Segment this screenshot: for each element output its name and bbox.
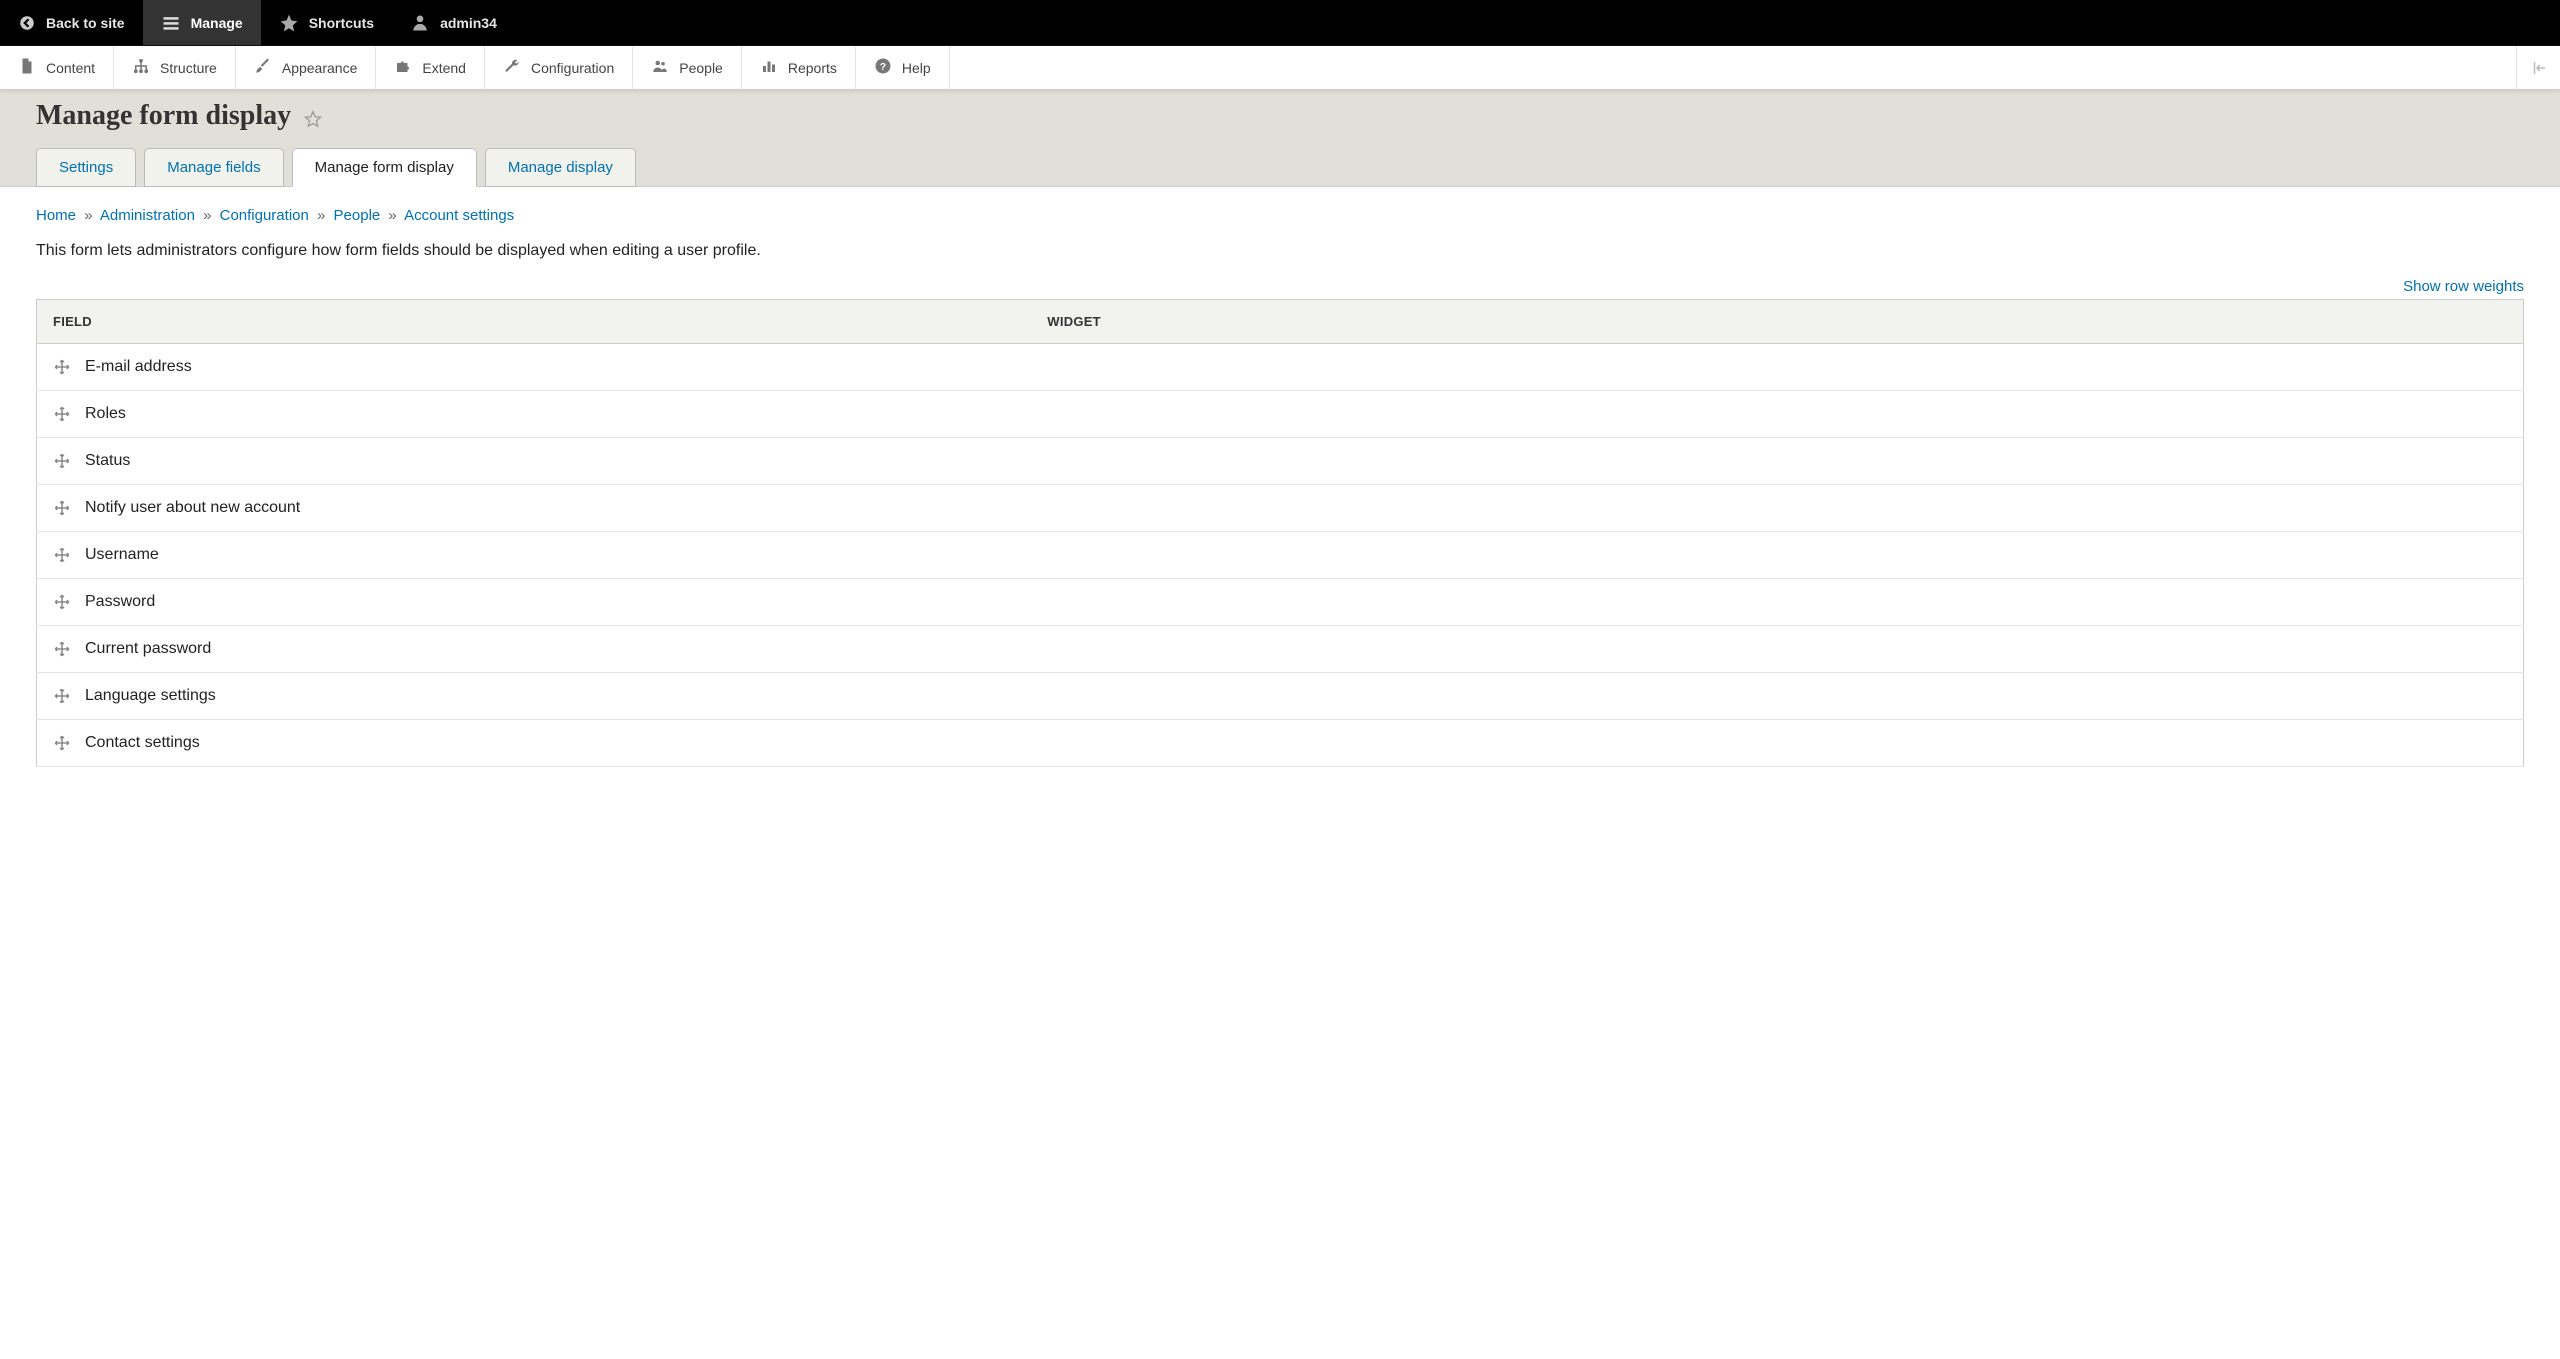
field-label: Roles bbox=[85, 405, 126, 423]
user-icon bbox=[410, 13, 430, 33]
tabs: Settings Manage fields Manage form displ… bbox=[36, 148, 2524, 187]
top-toolbar: Back to site Manage Shortcuts admin34 bbox=[0, 0, 2560, 46]
widget-cell bbox=[1031, 438, 2523, 485]
menu-structure[interactable]: Structure bbox=[114, 46, 236, 89]
drag-handle-icon[interactable] bbox=[53, 687, 71, 705]
star-icon bbox=[279, 13, 299, 33]
shortcuts-button[interactable]: Shortcuts bbox=[261, 0, 392, 45]
widget-cell bbox=[1031, 532, 2523, 579]
breadcrumb-home[interactable]: Home bbox=[36, 207, 76, 224]
bar-chart-icon bbox=[760, 57, 778, 78]
breadcrumb-configuration[interactable]: Configuration bbox=[220, 207, 309, 224]
menu-configuration[interactable]: Configuration bbox=[485, 46, 633, 89]
user-button[interactable]: admin34 bbox=[392, 0, 515, 45]
user-label: admin34 bbox=[440, 15, 497, 31]
menu-reports[interactable]: Reports bbox=[742, 46, 856, 89]
menu-extend[interactable]: Extend bbox=[376, 46, 485, 89]
drag-handle-icon[interactable] bbox=[53, 499, 71, 517]
drag-handle-icon[interactable] bbox=[53, 734, 71, 752]
field-label: Username bbox=[85, 546, 159, 564]
table-row[interactable]: Current password bbox=[37, 626, 2524, 673]
page-header: Manage form display Settings Manage fiel… bbox=[0, 90, 2560, 187]
breadcrumb-account-settings[interactable]: Account settings bbox=[404, 207, 514, 224]
menu-reports-label: Reports bbox=[788, 60, 837, 76]
breadcrumb: Home » Administration » Configuration » … bbox=[36, 207, 2524, 224]
table-row[interactable]: Username bbox=[37, 532, 2524, 579]
widget-cell bbox=[1031, 485, 2523, 532]
menu-structure-label: Structure bbox=[160, 60, 217, 76]
drag-handle-icon[interactable] bbox=[53, 546, 71, 564]
puzzle-icon bbox=[394, 57, 412, 78]
back-to-site-label: Back to site bbox=[46, 15, 125, 31]
page-description: This form lets administrators configure … bbox=[36, 242, 2524, 260]
page-title: Manage form display bbox=[36, 100, 291, 132]
menu-configuration-label: Configuration bbox=[531, 60, 614, 76]
people-icon bbox=[651, 57, 669, 78]
table-row[interactable]: Roles bbox=[37, 391, 2524, 438]
hamburger-icon bbox=[161, 13, 181, 33]
breadcrumb-administration[interactable]: Administration bbox=[100, 207, 195, 224]
widget-cell bbox=[1031, 344, 2523, 391]
table-row[interactable]: E-mail address bbox=[37, 344, 2524, 391]
drag-handle-icon[interactable] bbox=[53, 405, 71, 423]
col-widget: Widget bbox=[1031, 300, 2523, 344]
table-row[interactable]: Contact settings bbox=[37, 720, 2524, 767]
menu-help[interactable]: ? Help bbox=[856, 46, 950, 89]
shortcut-star-icon[interactable] bbox=[303, 109, 323, 132]
field-label: Language settings bbox=[85, 687, 216, 705]
field-label: Notify user about new account bbox=[85, 499, 300, 517]
widget-cell bbox=[1031, 391, 2523, 438]
menu-extend-label: Extend bbox=[422, 60, 466, 76]
table-row[interactable]: Password bbox=[37, 579, 2524, 626]
menu-appearance-label: Appearance bbox=[282, 60, 358, 76]
widget-cell bbox=[1031, 626, 2523, 673]
widget-cell bbox=[1031, 673, 2523, 720]
fields-table: Field Widget E-mail address Roles Status No… bbox=[36, 299, 2524, 767]
shortcuts-label: Shortcuts bbox=[309, 15, 374, 31]
drag-handle-icon[interactable] bbox=[53, 640, 71, 658]
tab-manage-fields[interactable]: Manage fields bbox=[144, 148, 283, 187]
widget-cell bbox=[1031, 579, 2523, 626]
col-field: Field bbox=[37, 300, 1032, 344]
table-row[interactable]: Notify user about new account bbox=[37, 485, 2524, 532]
table-row[interactable]: Language settings bbox=[37, 673, 2524, 720]
menu-people[interactable]: People bbox=[633, 46, 742, 89]
field-label: E-mail address bbox=[85, 358, 192, 376]
table-row[interactable]: Status bbox=[37, 438, 2524, 485]
field-label: Password bbox=[85, 593, 155, 611]
tab-settings[interactable]: Settings bbox=[36, 148, 136, 187]
svg-text:?: ? bbox=[880, 61, 886, 73]
menu-content-label: Content bbox=[46, 60, 95, 76]
field-label: Current password bbox=[85, 640, 211, 658]
drag-handle-icon[interactable] bbox=[53, 358, 71, 376]
breadcrumb-people[interactable]: People bbox=[334, 207, 381, 224]
document-icon bbox=[18, 57, 36, 78]
wrench-icon bbox=[503, 57, 521, 78]
widget-cell bbox=[1031, 720, 2523, 767]
drag-handle-icon[interactable] bbox=[53, 593, 71, 611]
drag-handle-icon[interactable] bbox=[53, 452, 71, 470]
admin-menu: Content Structure Appearance Extend Conf… bbox=[0, 46, 2560, 90]
toolbar-collapse-toggle[interactable] bbox=[2516, 46, 2560, 89]
content: Home » Administration » Configuration » … bbox=[0, 187, 2560, 787]
paintbrush-icon bbox=[254, 57, 272, 78]
manage-label: Manage bbox=[191, 15, 243, 31]
chevron-left-icon bbox=[18, 14, 36, 32]
tab-manage-form-display[interactable]: Manage form display bbox=[292, 148, 477, 187]
hierarchy-icon bbox=[132, 57, 150, 78]
field-label: Status bbox=[85, 452, 130, 470]
menu-content[interactable]: Content bbox=[0, 46, 114, 89]
menu-help-label: Help bbox=[902, 60, 931, 76]
tab-manage-display[interactable]: Manage display bbox=[485, 148, 636, 187]
help-icon: ? bbox=[874, 57, 892, 78]
manage-button[interactable]: Manage bbox=[143, 0, 261, 45]
show-row-weights-link[interactable]: Show row weights bbox=[2403, 278, 2524, 295]
menu-appearance[interactable]: Appearance bbox=[236, 46, 377, 89]
menu-people-label: People bbox=[679, 60, 723, 76]
back-to-site-button[interactable]: Back to site bbox=[0, 0, 143, 45]
field-label: Contact settings bbox=[85, 734, 200, 752]
